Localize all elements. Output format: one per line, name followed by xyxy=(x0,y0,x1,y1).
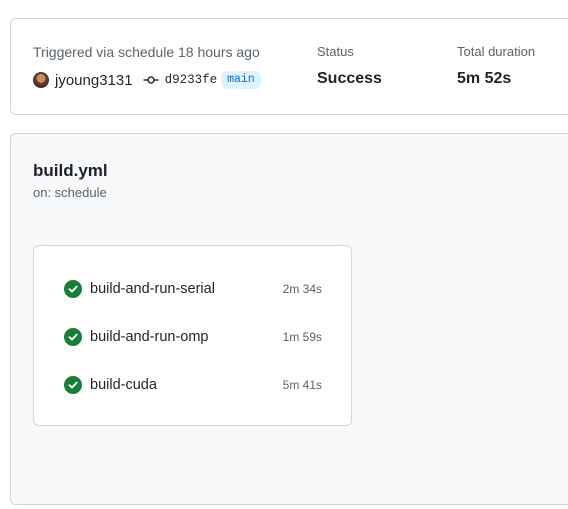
avatar[interactable] xyxy=(33,72,49,88)
commit-sha-link[interactable]: d9233fe xyxy=(165,73,218,87)
jobs-card: build-and-run-serial 2m 34s build-and-ru… xyxy=(33,245,352,426)
actor-link[interactable]: jyoung3131 xyxy=(55,72,133,89)
job-item[interactable]: build-cuda 5m 41s xyxy=(64,373,322,397)
run-summary-card: Triggered via schedule 18 hours ago jyou… xyxy=(10,18,568,115)
git-commit-icon xyxy=(143,76,159,84)
workflow-file-title[interactable]: build.yml xyxy=(33,161,108,181)
workflow-trigger: on: schedule xyxy=(33,185,107,200)
job-item[interactable]: build-and-run-omp 1m 59s xyxy=(64,325,322,349)
check-circle-icon xyxy=(64,280,82,298)
job-name: build-and-run-serial xyxy=(90,281,215,297)
trigger-text: Triggered via schedule 18 hours ago xyxy=(33,44,260,60)
job-duration: 5m 41s xyxy=(282,378,322,392)
duration-value: 5m 52s xyxy=(457,70,512,87)
branch-badge[interactable]: main xyxy=(221,71,261,89)
job-item[interactable]: build-and-run-serial 2m 34s xyxy=(64,277,322,301)
status-label: Status xyxy=(317,44,354,59)
check-circle-icon xyxy=(64,328,82,346)
job-duration: 1m 59s xyxy=(282,330,322,344)
job-duration: 2m 34s xyxy=(282,282,322,296)
actor-row: jyoung3131 d9233fe main xyxy=(33,70,261,90)
workflow-run-page: Triggered via schedule 18 hours ago jyou… xyxy=(0,0,568,509)
job-name: build-cuda xyxy=(90,377,157,393)
job-name: build-and-run-omp xyxy=(90,329,209,345)
check-circle-icon xyxy=(64,376,82,394)
status-value: Success xyxy=(317,70,382,87)
workflow-graph: build.yml on: schedule build-and-run-ser… xyxy=(10,133,568,505)
duration-label: Total duration xyxy=(457,44,536,59)
